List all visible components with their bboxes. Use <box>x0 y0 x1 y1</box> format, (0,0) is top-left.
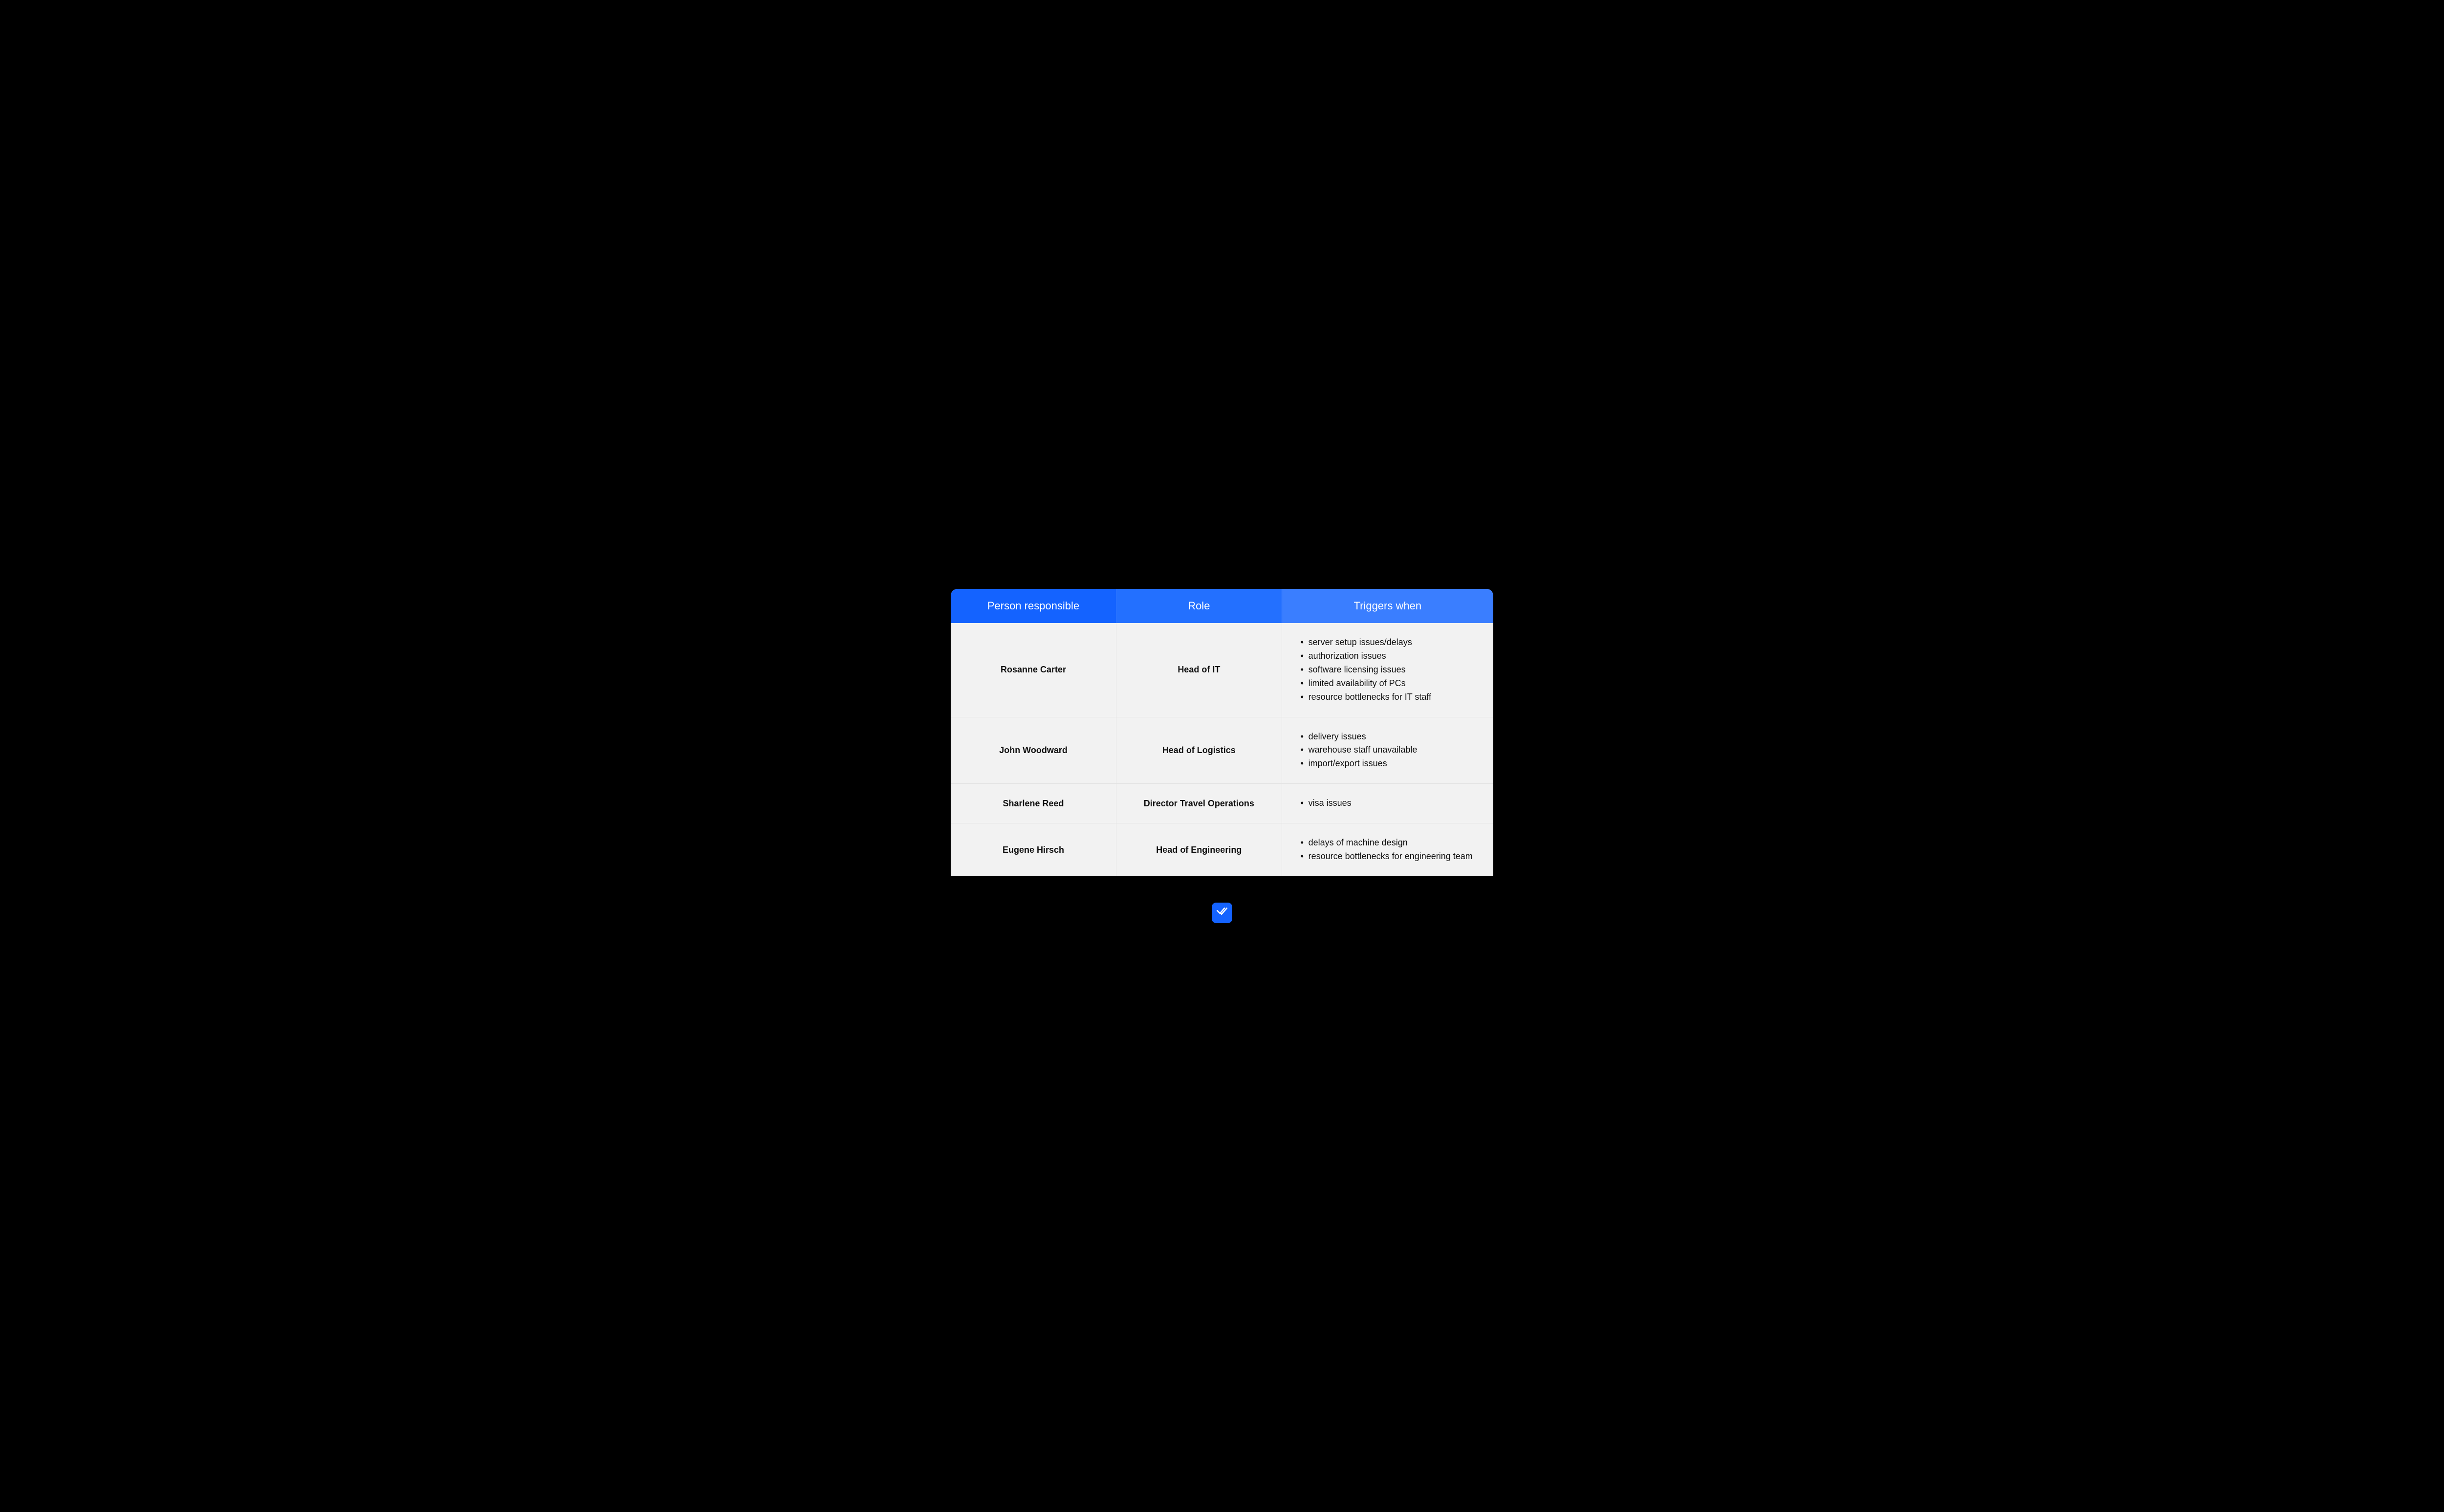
trigger-item: resource bottlenecks for engineering tea… <box>1301 850 1477 864</box>
trigger-item: software licensing issues <box>1301 663 1477 677</box>
trigger-item: server setup issues/delays <box>1301 636 1477 649</box>
trigger-item: delivery issues <box>1301 730 1477 744</box>
trigger-item: visa issues <box>1301 797 1477 810</box>
cell-role: Head of IT <box>1116 623 1282 717</box>
escalation-table: Person responsible Role Triggers when Ro… <box>951 589 1493 876</box>
cell-role: Head of Engineering <box>1116 823 1282 876</box>
table-row: Sharlene ReedDirector Travel Operations v… <box>951 784 1493 823</box>
header-role: Role <box>1116 589 1282 623</box>
table: Person responsible Role Triggers when Ro… <box>951 589 1493 876</box>
trigger-list: delivery issueswarehouse staff unavailab… <box>1299 730 1477 771</box>
cell-person: Sharlene Reed <box>951 784 1116 823</box>
brand-logo <box>1212 903 1232 923</box>
trigger-list: server setup issues/delaysauthorization … <box>1299 636 1477 704</box>
table-header: Person responsible Role Triggers when <box>951 589 1493 623</box>
trigger-item: import/export issues <box>1301 757 1477 771</box>
header-person: Person responsible <box>951 589 1116 623</box>
cell-person: Rosanne Carter <box>951 623 1116 717</box>
trigger-list: delays of machine designresource bottlen… <box>1299 836 1477 864</box>
trigger-item: warehouse staff unavailable <box>1301 743 1477 757</box>
table-row: John WoodwardHead of Logistics delivery i… <box>951 717 1493 784</box>
table-row: Rosanne CarterHead of ITserver setup iss… <box>951 623 1493 717</box>
cell-role: Head of Logistics <box>1116 717 1282 784</box>
cell-triggers: delays of machine designresource bottlen… <box>1282 823 1493 876</box>
logo-wrap <box>1212 903 1232 923</box>
cell-triggers: server setup issues/delaysauthorization … <box>1282 623 1493 717</box>
cell-person: Eugene Hirsch <box>951 823 1116 876</box>
table-body: Rosanne CarterHead of ITserver setup iss… <box>951 623 1493 876</box>
table-row: Eugene HirschHead of Engineering delays o… <box>951 823 1493 876</box>
double-check-icon <box>1216 905 1228 920</box>
cell-role: Director Travel Operations <box>1116 784 1282 823</box>
trigger-item: delays of machine design <box>1301 836 1477 850</box>
cell-triggers: visa issues <box>1282 784 1493 823</box>
trigger-item: resource bottlenecks for IT staff <box>1301 691 1477 704</box>
trigger-list: visa issues <box>1299 797 1477 810</box>
trigger-item: limited availability of PCs <box>1301 677 1477 691</box>
trigger-item: authorization issues <box>1301 649 1477 663</box>
header-triggers: Triggers when <box>1282 589 1493 623</box>
cell-person: John Woodward <box>951 717 1116 784</box>
cell-triggers: delivery issueswarehouse staff unavailab… <box>1282 717 1493 784</box>
